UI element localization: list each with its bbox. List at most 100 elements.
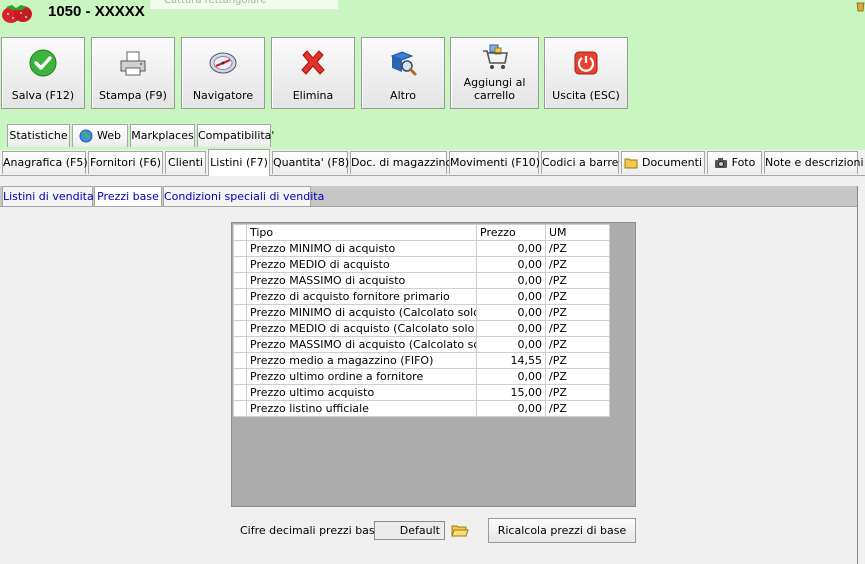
tab-listini[interactable]: Listini (F7) — [208, 149, 270, 176]
cell-tipo[interactable]: Prezzo MINIMO di acquisto — [246, 240, 477, 257]
cell-prezzo[interactable]: 14,55 — [476, 352, 546, 369]
navigator-button-label: Navigatore — [192, 89, 254, 102]
table-row[interactable]: Prezzo MINIMO di acquisto 0,00/PZ — [233, 240, 610, 257]
table-row[interactable]: Prezzo MEDIO di acquisto (Calcolato solo… — [233, 320, 610, 337]
tab-note-descrizioni[interactable]: Note e descrizioni — [764, 151, 864, 174]
decimals-folder-button[interactable] — [450, 521, 470, 540]
cell-tipo[interactable]: Prezzo ultimo ordine a fornitore — [246, 368, 477, 385]
cell-prezzo[interactable]: 0,00 — [476, 336, 546, 353]
prezzi-base-table: Tipo Prezzo UM Prezzo MINIMO di acquisto… — [233, 224, 610, 417]
row-indicator[interactable] — [233, 272, 247, 289]
tab-movimenti[interactable]: Movimenti (F10) — [449, 151, 540, 174]
row-indicator[interactable] — [233, 336, 247, 353]
cell-prezzo[interactable]: 0,00 — [476, 320, 546, 337]
table-row[interactable]: Prezzo MASSIMO di acquisto (Calcolato so… — [233, 336, 610, 353]
table-row[interactable]: Prezzo MEDIO di acquisto 0,00/PZ — [233, 256, 610, 273]
row-indicator[interactable] — [233, 320, 247, 337]
save-button[interactable]: Salva (F12) — [1, 37, 85, 109]
cell-prezzo[interactable]: 0,00 — [476, 400, 546, 417]
tab-compatibilita[interactable]: Compatibilita' — [197, 124, 274, 147]
corner-bag-icon — [856, 2, 865, 12]
table-row[interactable]: Prezzo MINIMO di acquisto (Calcolato sol… — [233, 304, 610, 321]
add-to-cart-label-line1: Aggiungi al — [463, 76, 526, 89]
cell-tipo[interactable]: Prezzo di acquisto fornitore primario — [246, 288, 477, 305]
cell-tipo[interactable]: Prezzo MASSIMO di acquisto — [246, 272, 477, 289]
row-indicator[interactable] — [233, 288, 247, 305]
tab-doc-magazzino-label: Doc. di magazzino — [351, 156, 453, 169]
cell-tipo[interactable]: Prezzo ultimo acquisto — [246, 384, 477, 401]
table-row[interactable]: Prezzo ultimo ordine a fornitore 0,00/PZ — [233, 368, 610, 385]
table-row[interactable]: Prezzo MASSIMO di acquisto 0,00/PZ — [233, 272, 610, 289]
tab-anagrafica-label: Anagrafica (F5) — [3, 156, 88, 169]
cell-um[interactable]: /PZ — [545, 368, 610, 385]
cell-tipo[interactable]: Prezzo MEDIO di acquisto (Calcolato solo… — [246, 320, 477, 337]
tab-quantita[interactable]: Quantita' (F8) — [272, 151, 349, 174]
prezzi-base-grid[interactable]: Tipo Prezzo UM Prezzo MINIMO di acquisto… — [231, 222, 636, 507]
more-button-label: Altro — [390, 89, 416, 102]
cell-um[interactable]: /PZ — [545, 352, 610, 369]
cell-um[interactable]: /PZ — [545, 384, 610, 401]
camera-icon — [714, 158, 727, 168]
subtab-listini-vendita[interactable]: Listini di vendita — [2, 186, 94, 206]
cell-tipo[interactable]: Prezzo listino ufficiale — [246, 400, 477, 417]
book-search-icon — [390, 51, 417, 76]
row-indicator[interactable] — [233, 400, 247, 417]
cell-um[interactable]: /PZ — [545, 240, 610, 257]
tab-documenti[interactable]: Documenti — [621, 151, 705, 174]
tab-anagrafica[interactable]: Anagrafica (F5) — [2, 151, 88, 174]
exit-button[interactable]: Uscita (ESC) — [544, 37, 628, 109]
cell-prezzo[interactable]: 0,00 — [476, 368, 546, 385]
table-row[interactable]: Prezzo listino ufficiale 0,00/PZ — [233, 400, 610, 417]
row-indicator[interactable] — [233, 256, 247, 273]
tab-web[interactable]: Web — [72, 124, 128, 147]
add-to-cart-button[interactable]: Aggiungi al carrello — [450, 37, 539, 109]
cell-prezzo[interactable]: 0,00 — [476, 240, 546, 257]
row-indicator[interactable] — [233, 384, 247, 401]
cell-prezzo[interactable]: 0,00 — [476, 256, 546, 273]
cell-tipo[interactable]: Prezzo MEDIO di acquisto — [246, 256, 477, 273]
row-indicator[interactable] — [233, 352, 247, 369]
tab-doc-magazzino[interactable]: Doc. di magazzino — [350, 151, 452, 174]
row-indicator[interactable] — [233, 240, 247, 257]
navigator-button[interactable]: Navigatore — [181, 37, 265, 109]
cell-prezzo[interactable]: 0,00 — [476, 272, 546, 289]
decimals-field[interactable]: Default — [374, 521, 445, 540]
table-row[interactable]: Prezzo medio a magazzino (FIFO) 14,55/PZ — [233, 352, 610, 369]
cell-um[interactable]: /PZ — [545, 336, 610, 353]
cell-tipo[interactable]: Prezzo medio a magazzino (FIFO) — [246, 352, 477, 369]
add-to-cart-label-line2: carrello — [473, 89, 515, 102]
cell-um[interactable]: /PZ — [545, 320, 610, 337]
toolbar: Salva (F12) Stampa (F9) Navigatore Elimi… — [0, 26, 865, 150]
tab-statistiche[interactable]: Statistiche — [7, 124, 70, 147]
recalc-prices-button[interactable]: Ricalcola prezzi di base — [488, 518, 636, 543]
cell-prezzo[interactable]: 0,00 — [476, 304, 546, 321]
row-indicator[interactable] — [233, 368, 247, 385]
cell-um[interactable]: /PZ — [545, 256, 610, 273]
tab-codici-barre[interactable]: Codici a barre — [541, 151, 619, 174]
cell-um[interactable]: /PZ — [545, 288, 610, 305]
cell-um[interactable]: /PZ — [545, 272, 610, 289]
cell-um[interactable]: /PZ — [545, 400, 610, 417]
tab-clienti[interactable]: Clienti — [165, 151, 206, 174]
tab-foto[interactable]: Foto — [707, 151, 762, 174]
subtab-condizioni-speciali[interactable]: Condizioni speciali di vendita — [163, 186, 324, 206]
printer-icon — [120, 51, 146, 76]
table-row[interactable]: Prezzo ultimo acquisto 15,00/PZ — [233, 384, 610, 401]
tab-markplaces[interactable]: Markplaces — [130, 124, 195, 147]
column-header-prezzo[interactable]: Prezzo — [476, 224, 546, 241]
cell-um[interactable]: /PZ — [545, 304, 610, 321]
tab-fornitori[interactable]: Fornitori (F6) — [88, 151, 163, 174]
row-indicator[interactable] — [233, 304, 247, 321]
cell-prezzo[interactable]: 0,00 — [476, 288, 546, 305]
power-icon — [574, 51, 598, 75]
cell-prezzo[interactable]: 15,00 — [476, 384, 546, 401]
column-header-um[interactable]: UM — [545, 224, 610, 241]
table-row[interactable]: Prezzo di acquisto fornitore primario 0,0… — [233, 288, 610, 305]
more-button[interactable]: Altro — [361, 37, 445, 109]
cell-tipo[interactable]: Prezzo MASSIMO di acquisto (Calcolato so… — [246, 336, 477, 353]
delete-button[interactable]: Elimina — [271, 37, 355, 109]
print-button[interactable]: Stampa (F9) — [91, 37, 175, 109]
cell-tipo[interactable]: Prezzo MINIMO di acquisto (Calcolato sol… — [246, 304, 477, 321]
subtab-prezzi-base[interactable]: Prezzi base — [94, 186, 162, 207]
column-header-tipo[interactable]: Tipo — [246, 224, 477, 241]
